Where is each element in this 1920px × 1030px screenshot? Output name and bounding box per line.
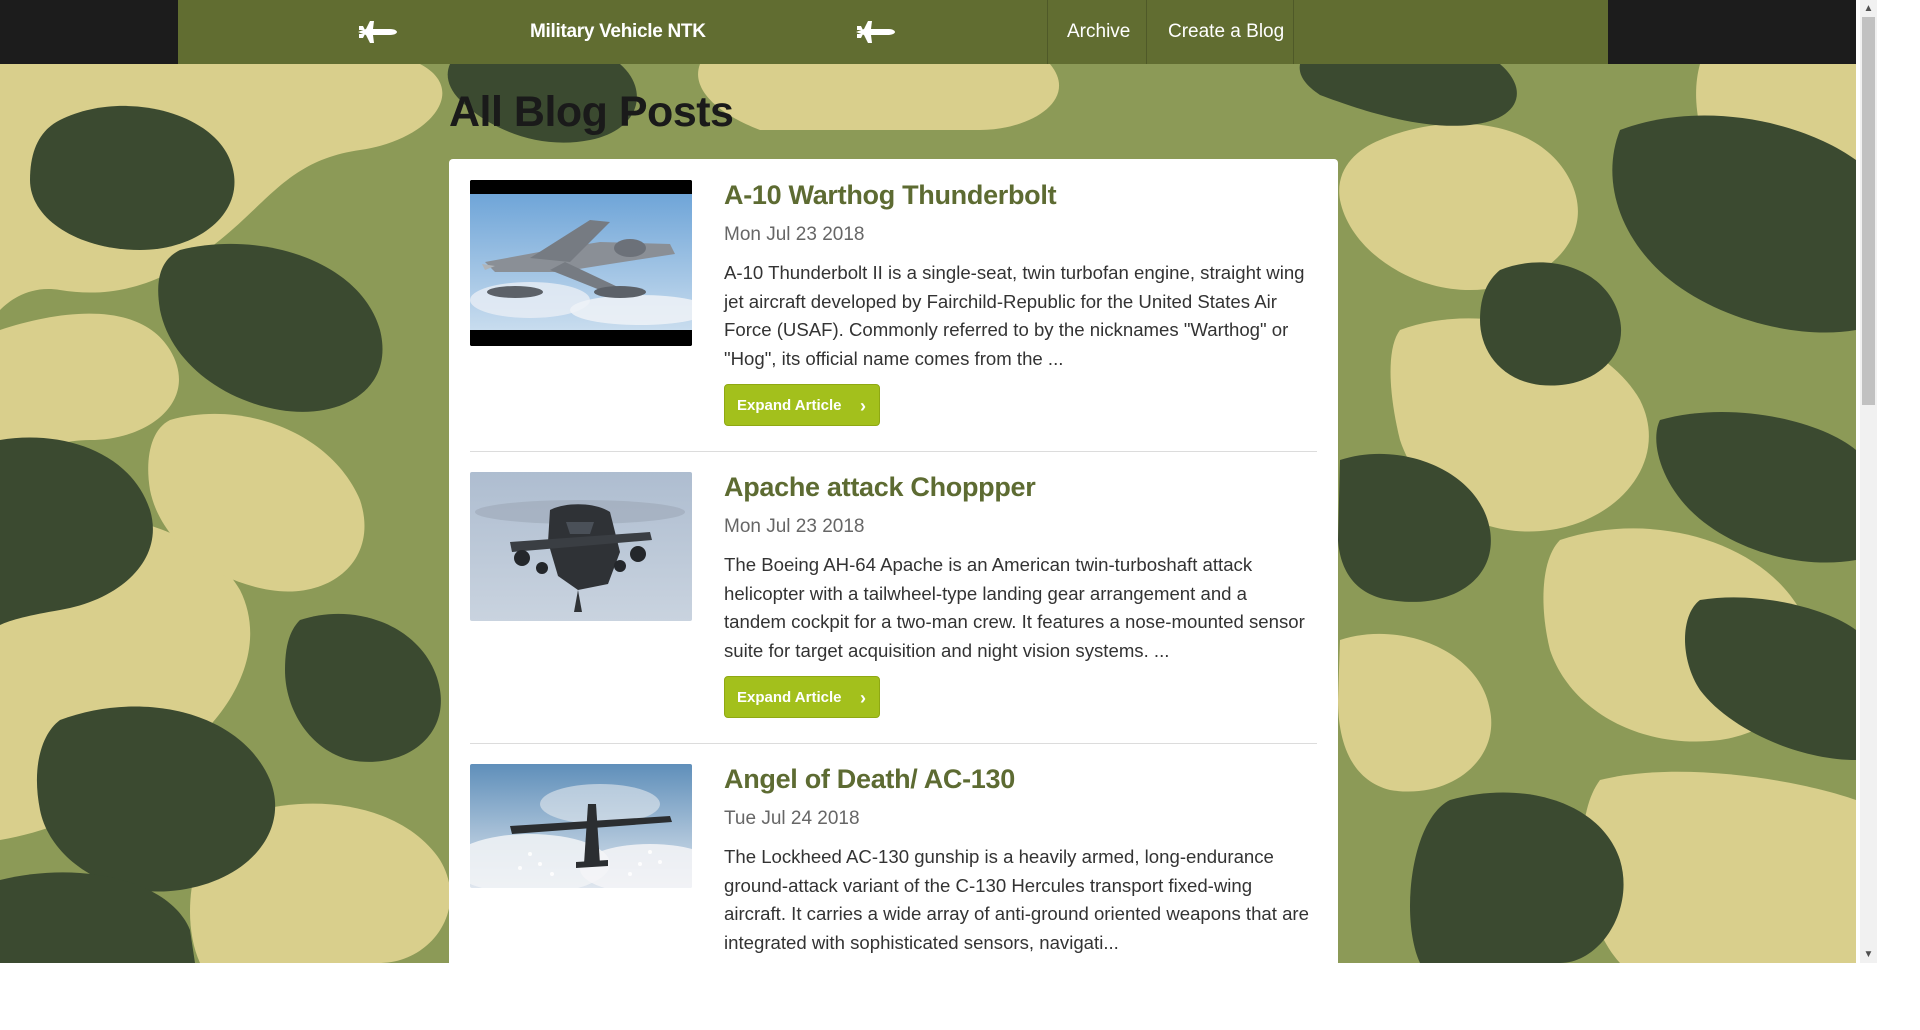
- post-date: Tue Jul 24 2018: [724, 808, 860, 829]
- button-label: Expand Article: [737, 397, 842, 414]
- chevron-right-icon: ›: [860, 688, 866, 708]
- blog-posts-card: A-10 Warthog Thunderbolt Mon Jul 23 2018…: [449, 159, 1338, 963]
- blog-post: Angel of Death/ AC-130 Tue Jul 24 2018 T…: [470, 764, 1317, 963]
- post-title[interactable]: A-10 Warthog Thunderbolt: [724, 180, 1057, 211]
- post-date: Mon Jul 23 2018: [724, 224, 865, 245]
- top-navbar: Military Vehicle NTK Archive Create a Bl…: [0, 0, 1856, 64]
- chevron-right-icon: ›: [860, 396, 866, 416]
- blog-post: Apache attack Choppper Mon Jul 23 2018 T…: [470, 472, 1317, 722]
- brand-link[interactable]: Military Vehicle NTK: [530, 0, 706, 64]
- apache-helicopter-image[interactable]: [470, 472, 692, 621]
- nav-separator: [1047, 0, 1048, 64]
- expand-article-button[interactable]: Expand Article ›: [724, 676, 880, 718]
- a10-warthog-image[interactable]: [470, 180, 692, 346]
- nav-link-archive[interactable]: Archive: [1067, 0, 1130, 64]
- nav-separator: [1146, 0, 1147, 64]
- button-label: Expand Article: [737, 689, 842, 706]
- scrollbar-thumb[interactable]: [1862, 17, 1875, 405]
- page-title: All Blog Posts: [449, 88, 734, 136]
- plane-icon: [358, 21, 397, 43]
- post-excerpt: The Boeing AH-64 Apache is an American t…: [724, 554, 1305, 661]
- page-viewport: Military Vehicle NTK Archive Create a Bl…: [0, 0, 1856, 963]
- expand-article-button[interactable]: Expand Article ›: [724, 384, 880, 426]
- nav-link-create-blog[interactable]: Create a Blog: [1168, 0, 1284, 64]
- post-date: Mon Jul 23 2018: [724, 516, 865, 537]
- post-excerpt: A-10 Thunderbolt II is a single-seat, tw…: [724, 262, 1305, 369]
- scroll-down-arrow-icon[interactable]: ▼: [1860, 946, 1877, 963]
- post-divider: [470, 451, 1317, 452]
- post-divider: [470, 743, 1317, 744]
- post-title[interactable]: Angel of Death/ AC-130: [724, 764, 1015, 795]
- post-title[interactable]: Apache attack Choppper: [724, 472, 1036, 503]
- vertical-scrollbar[interactable]: ▲ ▼: [1860, 0, 1877, 963]
- nav-separator: [1293, 0, 1294, 64]
- plane-icon: [856, 21, 895, 43]
- navbar-inner: Military Vehicle NTK Archive Create a Bl…: [178, 0, 1608, 64]
- scroll-up-arrow-icon[interactable]: ▲: [1860, 0, 1877, 17]
- post-excerpt: The Lockheed AC-130 gunship is a heavily…: [724, 846, 1309, 953]
- blog-post: A-10 Warthog Thunderbolt Mon Jul 23 2018…: [470, 180, 1317, 430]
- ac130-gunship-image[interactable]: [470, 764, 692, 888]
